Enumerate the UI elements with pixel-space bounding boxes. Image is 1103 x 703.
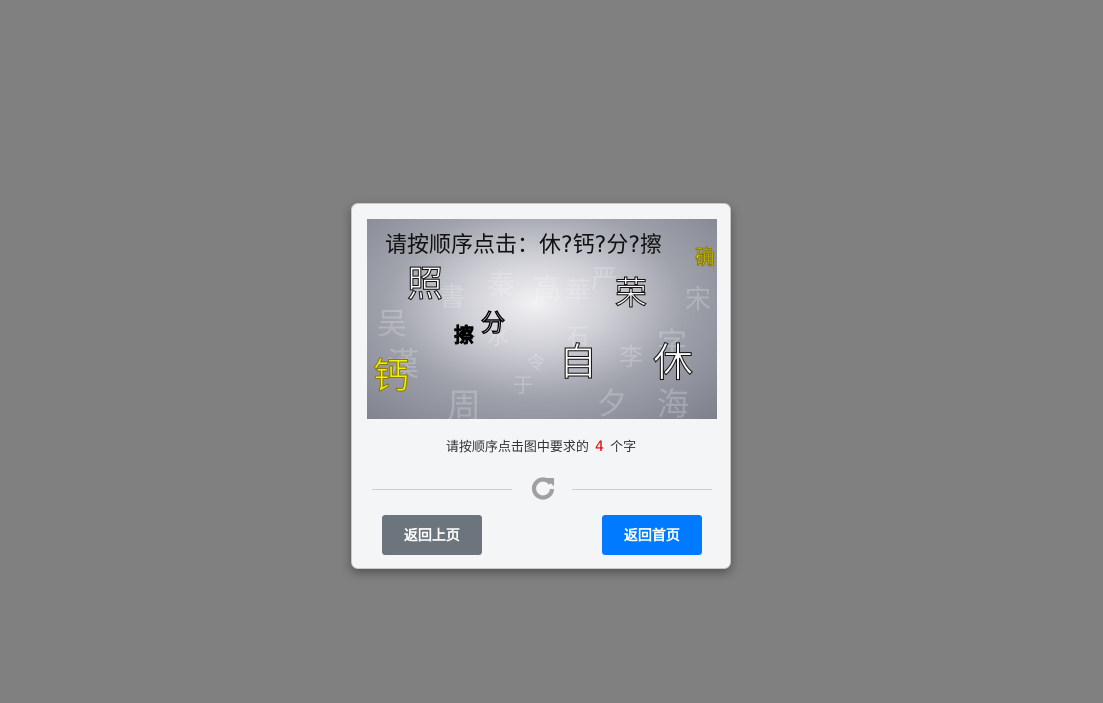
target-char-fen[interactable]: 分: [480, 310, 505, 335]
hint-prefix: 请按顺序点击图中要求的: [445, 440, 589, 455]
target-char-zi[interactable]: 自: [558, 343, 597, 382]
target-char-rong[interactable]: 荣: [614, 277, 647, 310]
background-char: 李: [619, 343, 643, 371]
captcha-hint: 请按顺序点击图中要求的 4 个字: [352, 436, 730, 455]
target-char-ca[interactable]: 擦: [453, 324, 474, 345]
captcha-instruction: 请按顺序点击：休?钙?分?擦: [385, 233, 663, 258]
refresh-icon[interactable]: [528, 474, 558, 504]
target-char-zhao[interactable]: 照: [406, 266, 443, 303]
target-char-xiu[interactable]: 休: [653, 343, 694, 384]
back-button[interactable]: 返回上页: [382, 515, 482, 555]
target-char-gai[interactable]: 钙: [372, 358, 409, 395]
background-char: 于: [513, 373, 533, 397]
hint-count: 4: [595, 439, 604, 455]
hint-suffix: 个字: [610, 440, 637, 455]
background-char: 秦: [487, 268, 516, 301]
background-char: 高: [533, 272, 562, 305]
target-char-que[interactable]: 确: [695, 247, 716, 268]
captcha-dialog: 書 高 華 严 秦 李 字 令 于 周 漢 海 夕 吴 宋 水 石 请按顺序点击…: [351, 203, 731, 569]
background-char: 夕: [597, 387, 627, 419]
background-char: 吴: [377, 307, 407, 342]
divider-right: [572, 489, 712, 490]
background-char: 周: [447, 387, 481, 419]
divider-left: [372, 489, 512, 490]
captcha-image[interactable]: 書 高 華 严 秦 李 字 令 于 周 漢 海 夕 吴 宋 水 石 请按顺序点击…: [367, 219, 717, 419]
background-char: 严: [591, 265, 618, 295]
background-char: 華: [565, 277, 592, 307]
home-button[interactable]: 返回首页: [602, 515, 702, 555]
background-char: 宋: [685, 285, 712, 315]
background-char: 令: [527, 353, 545, 374]
